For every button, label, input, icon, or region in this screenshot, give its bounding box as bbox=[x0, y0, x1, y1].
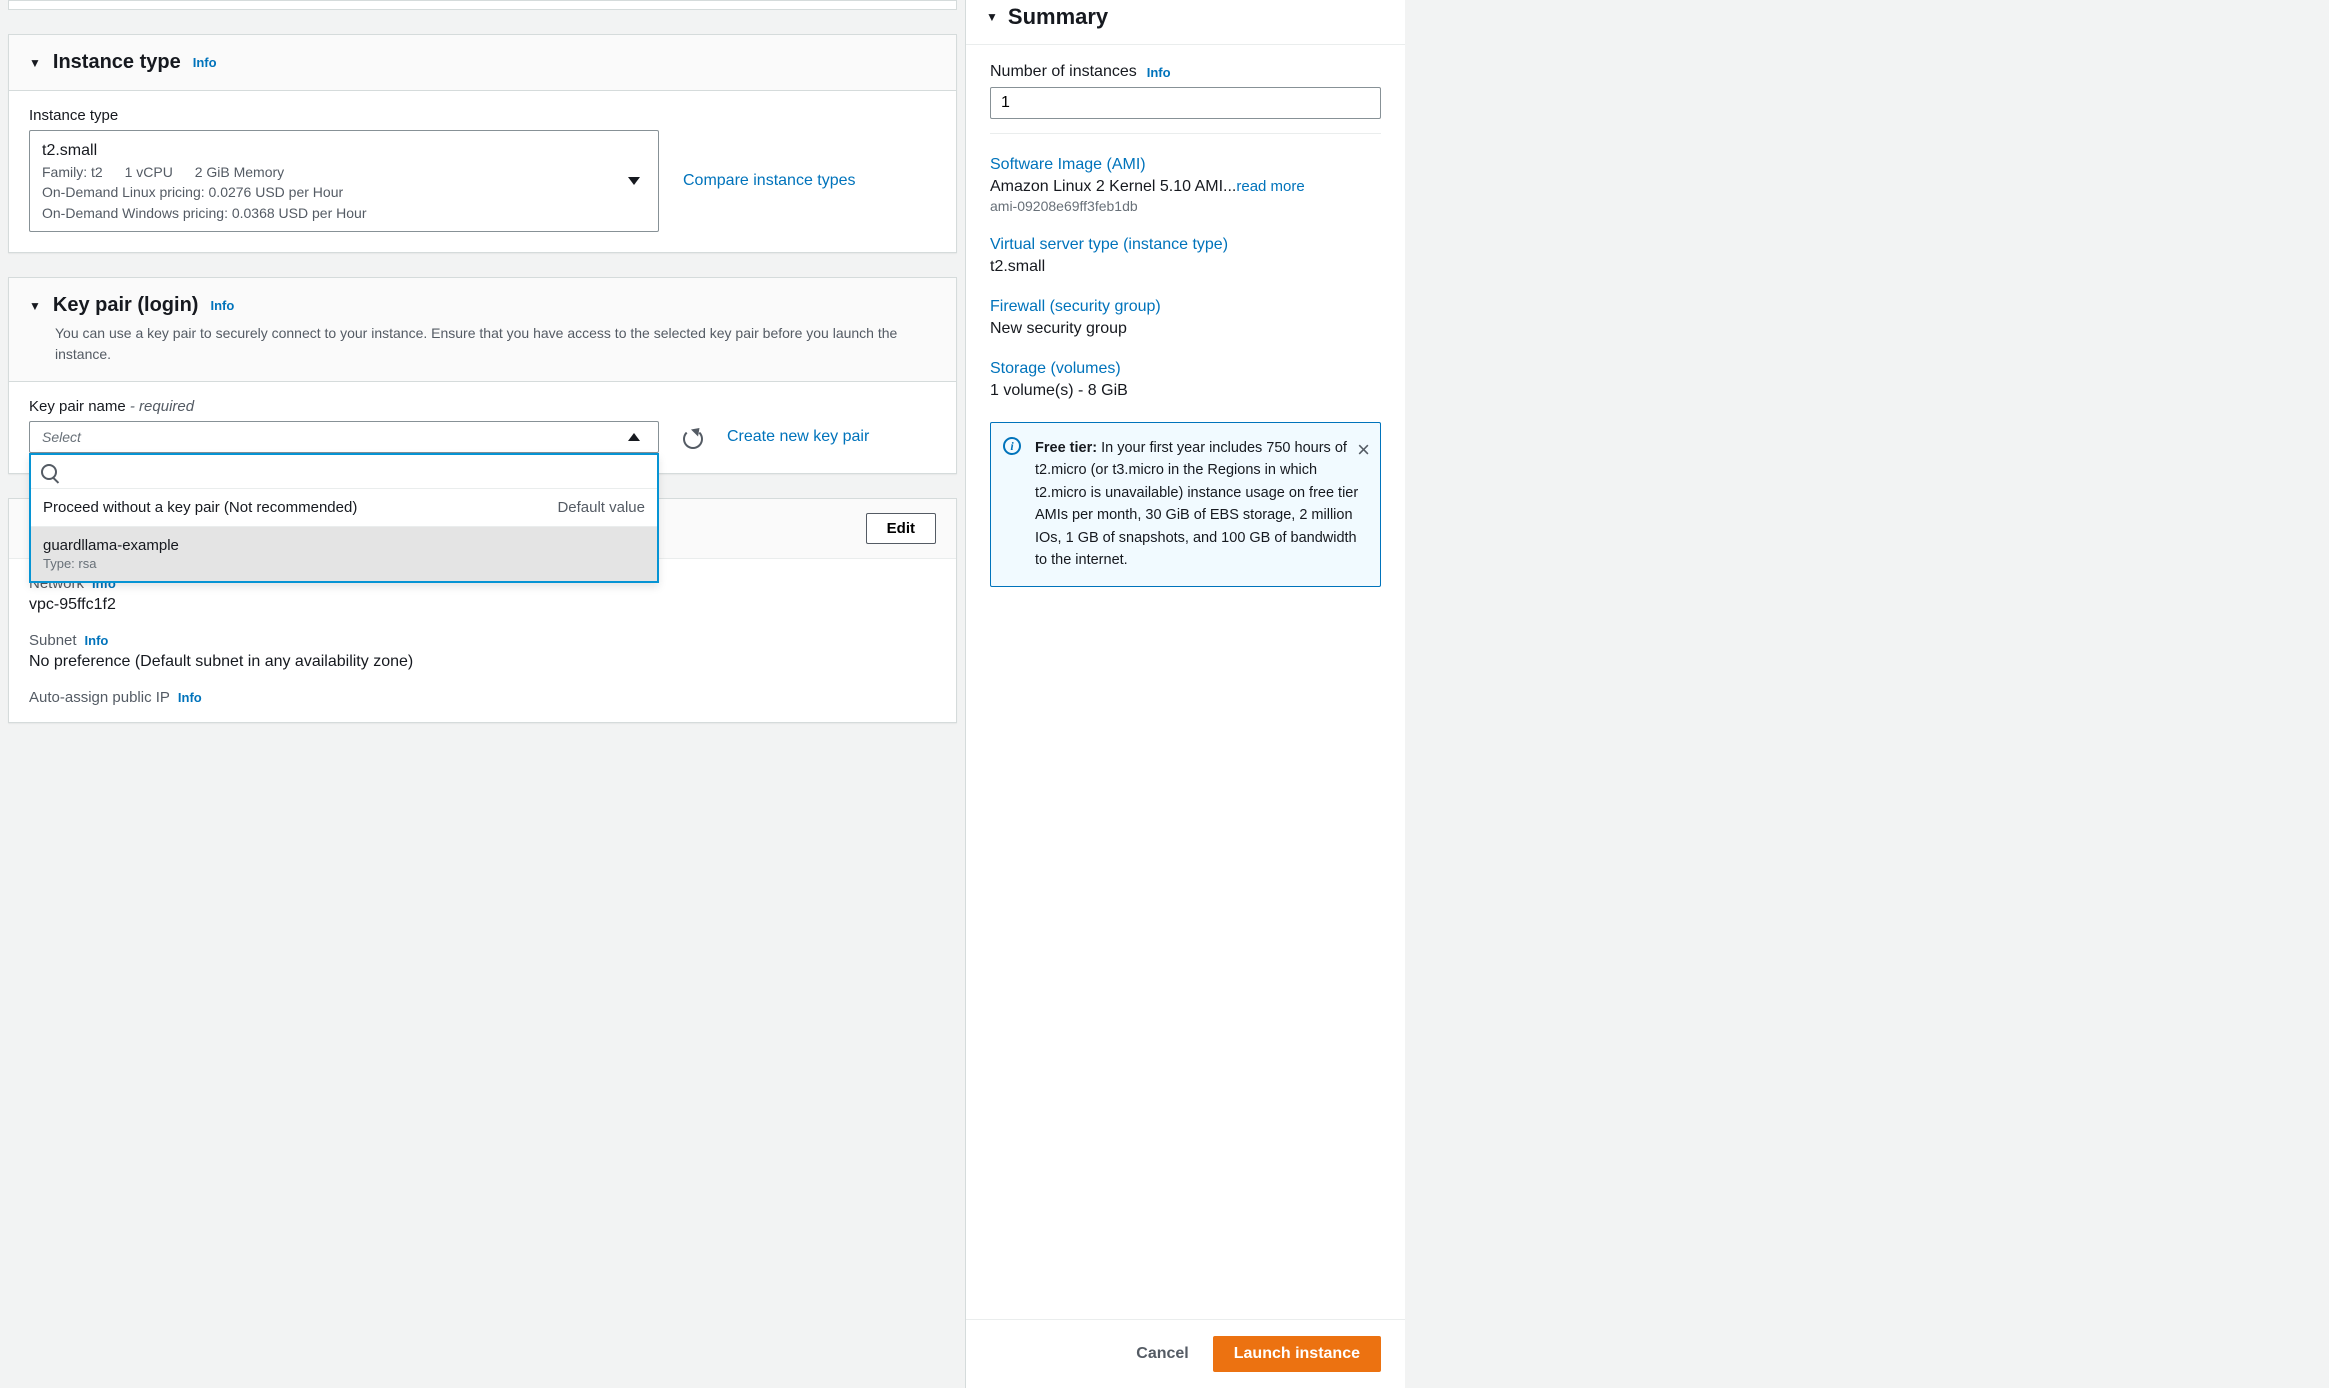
instance-type-info-link[interactable]: Info bbox=[193, 55, 217, 70]
instance-price-windows: On-Demand Windows pricing: 0.0368 USD pe… bbox=[42, 203, 366, 223]
summary-ami-link[interactable]: Software Image (AMI) bbox=[990, 156, 1381, 174]
collapsed-panel-strip bbox=[8, 0, 957, 10]
key-pair-title: Key pair (login) bbox=[53, 294, 199, 317]
info-icon: i bbox=[1003, 437, 1021, 455]
option-label: guardllama-example bbox=[43, 537, 179, 554]
instance-type-name: t2.small bbox=[42, 139, 366, 162]
summary-ami-id: ami-09208e69ff3feb1db bbox=[990, 198, 1381, 214]
key-pair-panel: ▼ Key pair (login) Info You can use a ke… bbox=[8, 277, 957, 474]
instance-vcpu: 1 vCPU bbox=[125, 164, 173, 180]
summary-instance-type-link[interactable]: Virtual server type (instance type) bbox=[990, 236, 1381, 254]
auto-ip-label: Auto-assign public IP Info bbox=[29, 689, 936, 706]
key-pair-info-link[interactable]: Info bbox=[210, 298, 234, 313]
network-edit-button[interactable]: Edit bbox=[866, 513, 936, 544]
summary-column: ▼ Summary Number of instances Info Softw… bbox=[965, 0, 1405, 1388]
caret-down-icon: ▼ bbox=[29, 56, 41, 70]
summary-header[interactable]: ▼ Summary bbox=[966, 0, 1405, 45]
instance-price-linux: On-Demand Linux pricing: 0.0276 USD per … bbox=[42, 182, 366, 202]
summary-footer: Cancel Launch instance bbox=[966, 1319, 1405, 1388]
instance-type-select[interactable]: t2.small Family: t2 1 vCPU 2 GiB Memory … bbox=[29, 130, 659, 232]
num-instances-label: Number of instances Info bbox=[990, 63, 1381, 81]
summary-instance-type-value: t2.small bbox=[990, 258, 1381, 276]
instance-type-panel: ▼ Instance type Info Instance type t2.sm… bbox=[8, 34, 957, 253]
summary-ami-name: Amazon Linux 2 Kernel 5.10 AMI...read mo… bbox=[990, 178, 1381, 196]
key-pair-placeholder: Select bbox=[42, 429, 81, 445]
network-value: vpc-95ffc1f2 bbox=[29, 596, 936, 614]
key-pair-dropdown-popup: Proceed without a key pair (Not recommen… bbox=[29, 453, 659, 583]
subnet-label: Subnet Info bbox=[29, 632, 936, 649]
summary-storage-link[interactable]: Storage (volumes) bbox=[990, 360, 1381, 378]
free-tier-infobox: i × Free tier: In your first year includ… bbox=[990, 422, 1381, 587]
instance-type-header[interactable]: ▼ Instance type Info bbox=[9, 35, 956, 91]
num-instances-input[interactable] bbox=[990, 87, 1381, 119]
key-pair-dropdown: Select Proceed without a key pair (Not r… bbox=[29, 421, 659, 453]
refresh-icon[interactable] bbox=[683, 429, 703, 449]
free-tier-text: In your first year includes 750 hours of… bbox=[1035, 440, 1358, 568]
chevron-down-icon bbox=[628, 177, 640, 185]
instance-type-title: Instance type bbox=[53, 51, 181, 74]
caret-down-icon: ▼ bbox=[29, 299, 41, 313]
key-pair-option-none[interactable]: Proceed without a key pair (Not recommen… bbox=[31, 488, 657, 526]
key-pair-description: You can use a key pair to securely conne… bbox=[29, 323, 936, 365]
ami-read-more-link[interactable]: read more bbox=[1236, 178, 1304, 195]
num-instances-info-link[interactable]: Info bbox=[1147, 65, 1171, 80]
summary-storage-value: 1 volume(s) - 8 GiB bbox=[990, 382, 1381, 400]
close-icon[interactable]: × bbox=[1357, 433, 1370, 467]
key-pair-search-input[interactable] bbox=[65, 463, 647, 480]
subnet-info-link[interactable]: Info bbox=[85, 633, 109, 648]
instance-type-field-label: Instance type bbox=[29, 107, 936, 124]
search-icon bbox=[41, 464, 57, 480]
caret-down-icon: ▼ bbox=[986, 10, 998, 24]
option-label: Proceed without a key pair (Not recommen… bbox=[43, 499, 357, 516]
summary-firewall-value: New security group bbox=[990, 320, 1381, 338]
free-tier-label: Free tier: bbox=[1035, 440, 1097, 456]
auto-ip-info-link[interactable]: Info bbox=[178, 690, 202, 705]
subnet-value: No preference (Default subnet in any ava… bbox=[29, 653, 936, 671]
key-pair-search-row bbox=[31, 453, 657, 488]
chevron-up-icon bbox=[628, 433, 640, 441]
key-pair-header[interactable]: ▼ Key pair (login) Info You can use a ke… bbox=[9, 278, 956, 382]
key-pair-field-label: Key pair name - required bbox=[29, 398, 936, 415]
launch-instance-button[interactable]: Launch instance bbox=[1213, 1336, 1381, 1372]
divider bbox=[990, 133, 1381, 134]
option-type: Type: rsa bbox=[43, 556, 179, 571]
key-pair-select[interactable]: Select bbox=[29, 421, 659, 453]
instance-memory: 2 GiB Memory bbox=[195, 164, 284, 180]
key-pair-option-guardllama[interactable]: guardllama-example Type: rsa bbox=[31, 526, 657, 581]
instance-family: Family: t2 bbox=[42, 164, 103, 180]
compare-instance-types-link[interactable]: Compare instance types bbox=[683, 172, 856, 190]
summary-title: Summary bbox=[1008, 4, 1108, 30]
summary-firewall-link[interactable]: Firewall (security group) bbox=[990, 298, 1381, 316]
cancel-button[interactable]: Cancel bbox=[1136, 1345, 1188, 1363]
create-key-pair-link[interactable]: Create new key pair bbox=[727, 428, 869, 446]
option-default-badge: Default value bbox=[557, 499, 645, 516]
